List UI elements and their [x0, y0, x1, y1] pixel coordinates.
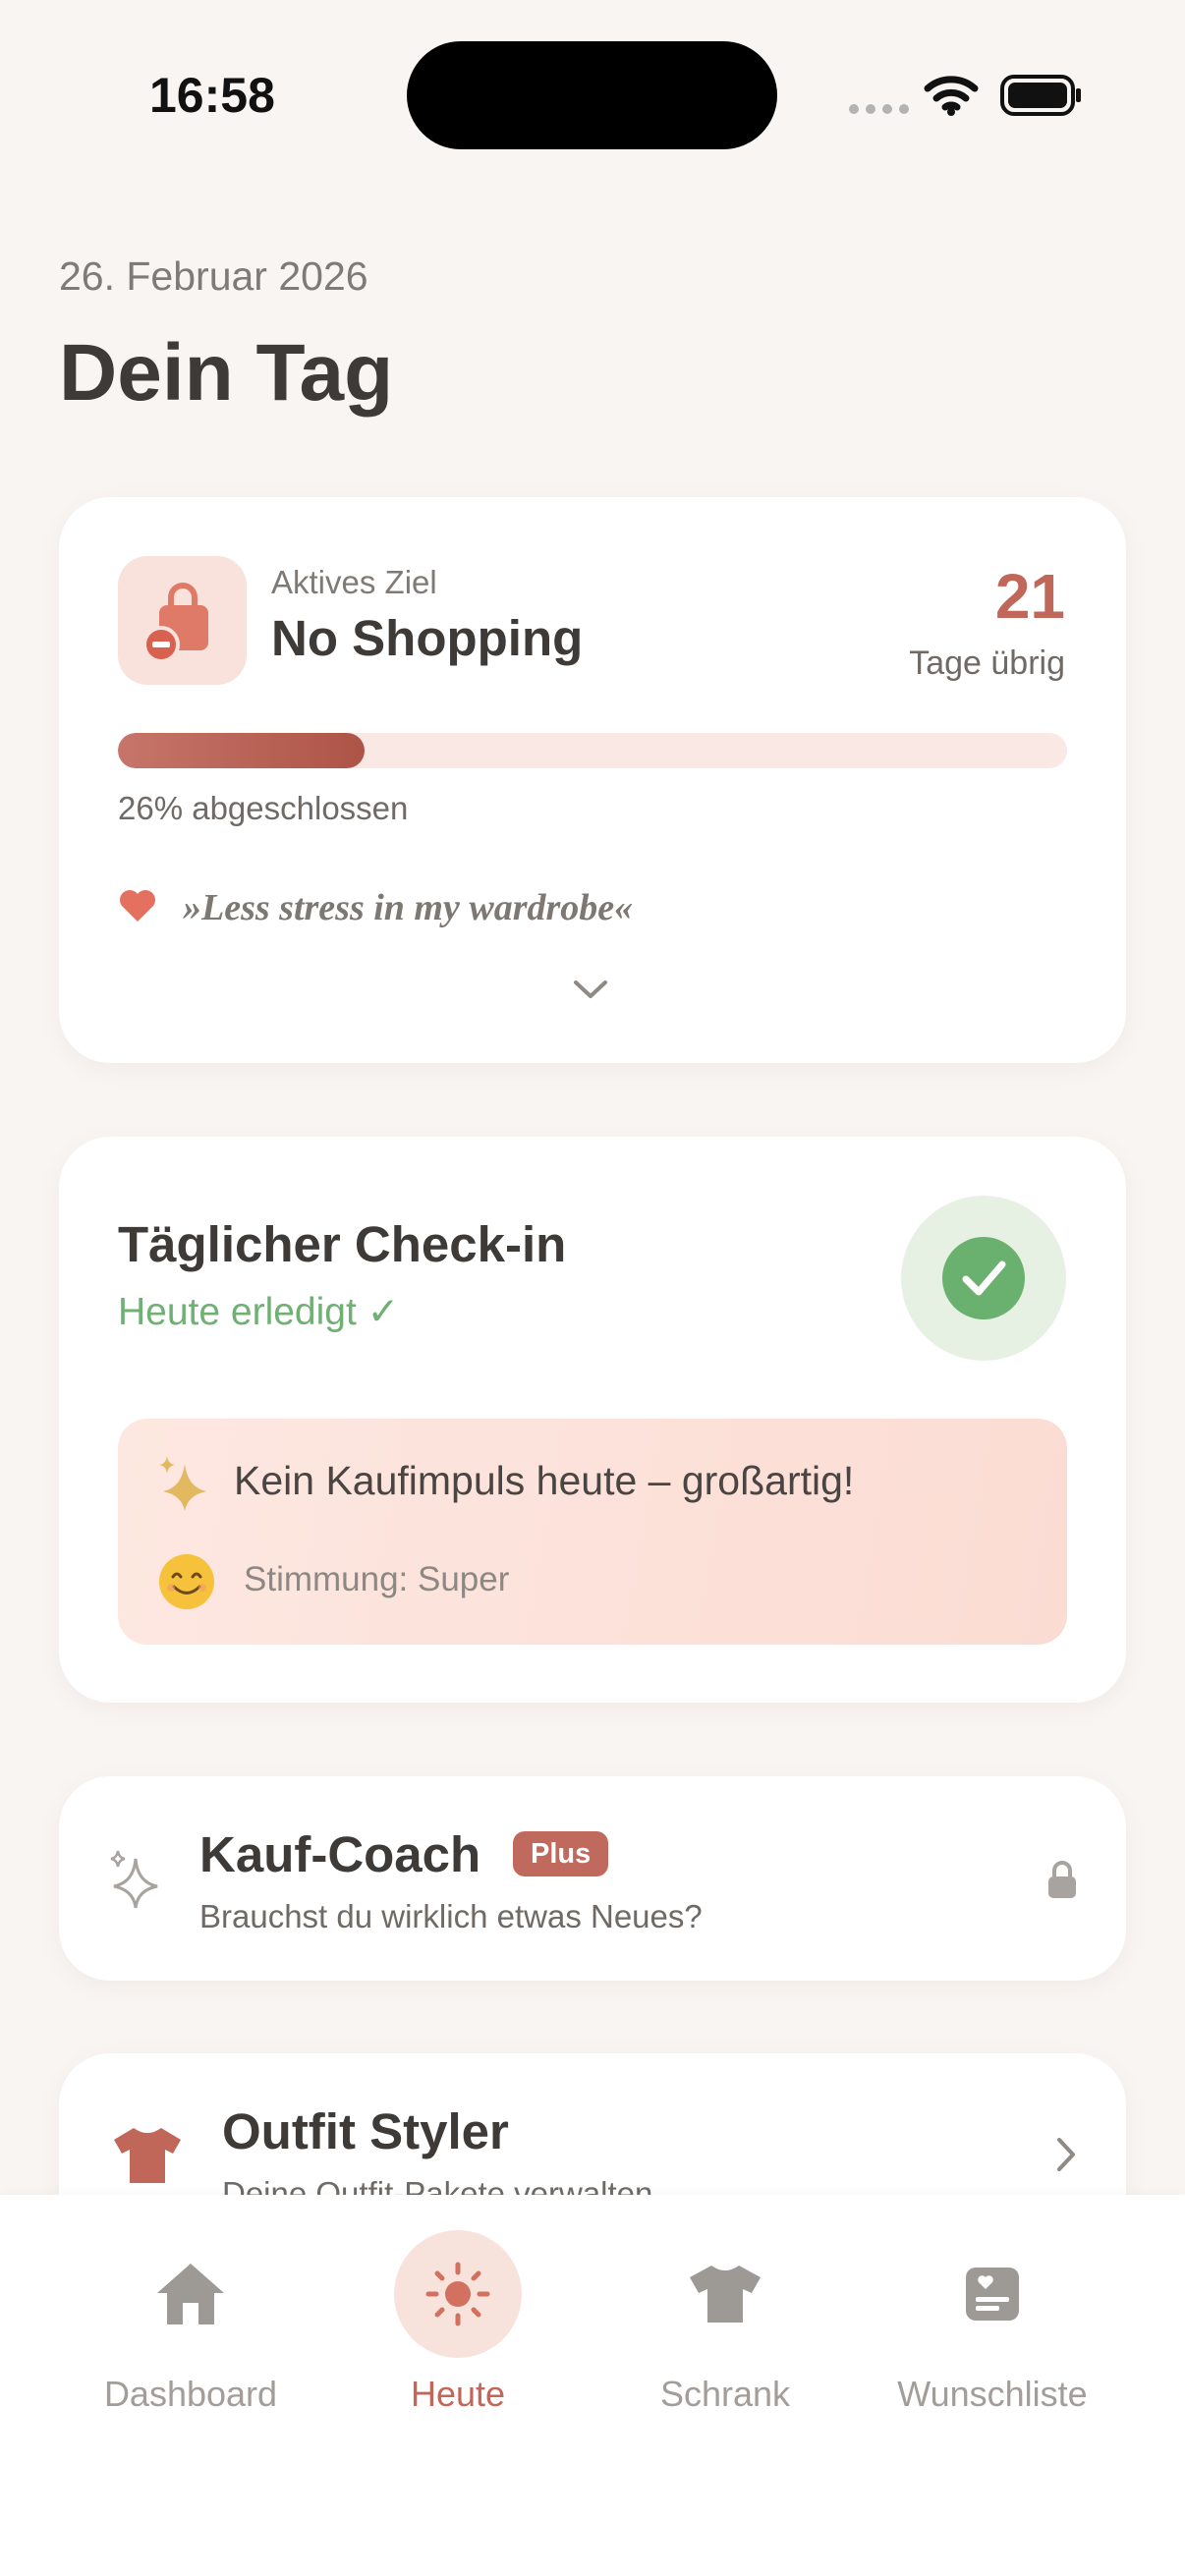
tab-label: Wunschliste — [897, 2374, 1088, 2414]
chevron-down-icon[interactable] — [570, 977, 611, 1002]
checkin-title: Täglicher Check-in — [118, 1216, 567, 1272]
days-left-count: 21 — [994, 561, 1065, 632]
lock-icon — [1048, 1861, 1076, 1898]
battery-icon — [1000, 75, 1081, 116]
tshirt-icon — [661, 2230, 789, 2358]
styler-title: Outfit Styler — [222, 2103, 509, 2159]
sparkles-icon — [159, 1456, 206, 1511]
goal-progress-bar — [118, 733, 1067, 768]
coach-title: Kauf-Coach — [199, 1826, 481, 1882]
sparkles-icon — [110, 1850, 158, 1909]
goal-label: Aktives Ziel — [271, 564, 437, 600]
coach-subtitle: Brauchst du wirklich etwas Neues? — [199, 1898, 703, 1934]
mood-text: Stimmung: Super — [244, 1560, 510, 1598]
dynamic-island — [407, 41, 777, 149]
purchase-coach-card[interactable]: Kauf-Coach Plus Brauchst du wirklich etw… — [59, 1776, 1126, 1981]
tab-dashboard[interactable]: Dashboard — [73, 2230, 309, 2415]
shopping-bag-blocked-icon — [118, 556, 247, 685]
tab-label: Schrank — [659, 2374, 791, 2414]
tab-schrank[interactable]: Schrank — [607, 2230, 843, 2415]
goal-progress-fill — [118, 733, 366, 768]
page-title: Dein Tag — [59, 328, 394, 418]
wishlist-icon — [929, 2230, 1056, 2358]
sun-icon — [394, 2230, 522, 2358]
checkmark-icon — [942, 1237, 1025, 1319]
tab-heute[interactable]: Heute — [340, 2230, 576, 2415]
page-date: 26. Februar 2026 — [59, 253, 368, 299]
daily-checkin-card[interactable]: Täglicher Check-in Heute erledigt ✓ Kein… — [59, 1137, 1126, 1703]
goal-motivation-quote: »Less stress in my wardrobe« — [183, 887, 634, 928]
checkin-summary-box: Kein Kaufimpuls heute – großartig! Stimm… — [118, 1419, 1067, 1645]
tab-label: Heute — [410, 2374, 506, 2414]
tab-wunschliste[interactable]: Wunschliste — [875, 2230, 1110, 2415]
goal-progress-text: 26% abgeschlossen — [118, 790, 409, 826]
active-goal-card[interactable]: Aktives Ziel No Shopping 21 Tage übrig 2… — [59, 497, 1126, 1063]
chevron-right-icon[interactable] — [1053, 2134, 1079, 2175]
plus-badge: Plus — [513, 1831, 609, 1876]
tshirt-icon — [114, 2128, 181, 2183]
wifi-icon — [924, 76, 979, 116]
tab-bar: Dashboard Heute Schrank Wunschliste — [0, 2195, 1185, 2576]
status-time: 16:58 — [149, 68, 275, 123]
goal-name: No Shopping — [271, 610, 584, 666]
checkin-done-badge — [901, 1196, 1066, 1361]
no-impulse-text: Kein Kaufimpuls heute – großartig! — [234, 1458, 855, 1503]
days-left-label: Tage übrig — [909, 644, 1065, 682]
tab-label: Dashboard — [103, 2374, 278, 2414]
heart-icon — [120, 890, 155, 922]
smiley-face-icon — [159, 1554, 214, 1609]
cellular-signal-icon — [849, 104, 909, 114]
checkin-status: Heute erledigt ✓ — [118, 1291, 400, 1333]
house-icon — [127, 2230, 254, 2358]
